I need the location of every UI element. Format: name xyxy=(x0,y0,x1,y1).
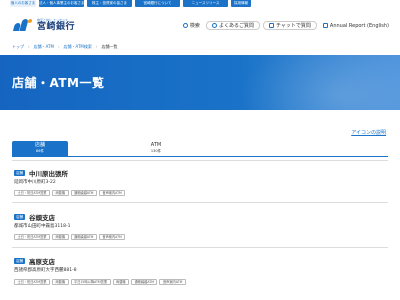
store-address: 都城市山田町中霧島3118-1 xyxy=(14,224,71,229)
service-chip: 土日・祝日ATM営業 xyxy=(14,279,50,285)
store-address: 延岡市中川原町3-22 xyxy=(14,180,56,185)
list-tabs: 店舗 86件 ATM 130件 xyxy=(12,141,388,157)
store-badge: 店舗 xyxy=(14,170,25,176)
tab-atm-label: ATM xyxy=(150,142,162,148)
breadcrumb-home[interactable]: トップ xyxy=(12,44,24,50)
header-links: 検索 よくあるご質問 チャットで質問 Annual Report (Englis… xyxy=(180,21,392,30)
page-title: 店舗・ATM一覧 xyxy=(12,76,105,90)
list-item: 店舗 中川原出張所 延岡市中川原町3-22 土日・祝日ATM営業 両替機 通帳繰… xyxy=(12,160,388,202)
tab-stores-count: 86件 xyxy=(36,149,44,153)
service-chip: 通帳繰越ATM xyxy=(131,279,158,285)
tab-atm-count: 130件 xyxy=(150,149,162,153)
service-chips: 土日・祝日ATM営業 両替機 通帳繰越ATM 音声案内ATM xyxy=(14,234,126,240)
faq-link[interactable]: よくあるご質問 xyxy=(205,21,260,30)
store-name-link[interactable]: 谷頭支店 xyxy=(29,212,55,222)
logo-name: 宮崎銀行 xyxy=(37,22,76,32)
breadcrumb-separator: › xyxy=(28,44,30,49)
site-header: 地元と共に エッセンス 宮崎銀行 検索 よくあるご質問 チャットで質問 Annu… xyxy=(0,14,400,36)
tab-atm[interactable]: ATM 130件 xyxy=(128,141,184,156)
service-chip: 音声案内ATM xyxy=(98,190,126,196)
annual-report-link[interactable]: Annual Report (English) xyxy=(320,21,392,30)
page-hero: 店舗・ATM一覧 xyxy=(0,55,400,110)
nav-tab-corporate[interactable]: 法人・個人事業主のお客さま xyxy=(39,0,84,7)
store-name-link[interactable]: 中川原出張所 xyxy=(29,168,68,178)
icon-explanation-link[interactable]: アイコンの説明 xyxy=(351,129,386,136)
service-chip: 両替機 xyxy=(51,234,69,240)
store-badge: 店舗 xyxy=(14,258,25,264)
document-icon xyxy=(322,23,328,28)
store-address: 西諸県郡高原町大字西麓881-8 xyxy=(14,268,77,273)
service-chip: 音声案内ATM xyxy=(98,234,126,240)
top-navigation: 個人のお客さま 法人・個人事業主のお客さま 株主・投資家の皆さま 宮崎銀行につい… xyxy=(0,0,400,8)
breadcrumb-separator: › xyxy=(57,44,60,49)
logo-mark-icon xyxy=(12,18,34,32)
tab-stores-label: 店舗 xyxy=(34,142,45,148)
service-chip: 両替機 xyxy=(51,279,69,285)
service-chips: 土日・祝日ATM営業 両替機 平日15時以降ATM営業 両替機 通帳繰越ATM … xyxy=(14,279,186,285)
store-name-link[interactable]: 高原支店 xyxy=(29,256,55,266)
service-chip: 両替機 xyxy=(112,279,130,285)
service-chip: 通帳繰越ATM xyxy=(70,190,97,196)
service-chip: 両替機 xyxy=(51,190,69,196)
breadcrumb-search[interactable]: 店舗・ATM検索 xyxy=(64,44,92,50)
breadcrumb-separator: › xyxy=(95,44,98,49)
service-chip: 土日・祝日ATM営業 xyxy=(14,234,50,240)
nav-tab-news[interactable]: ニュースリリース xyxy=(183,0,228,7)
nav-tab-recruit[interactable]: 採用情報 xyxy=(231,0,251,7)
service-chip: 土日・祝日ATM営業 xyxy=(14,190,50,196)
service-chip: 平日15時以降ATM営業 xyxy=(70,279,111,285)
question-icon xyxy=(211,23,217,28)
tab-stores[interactable]: 店舗 86件 xyxy=(12,141,68,156)
nav-tab-investors[interactable]: 株主・投資家の皆さま xyxy=(87,0,132,7)
service-chips: 土日・祝日ATM営業 両替機 通帳繰越ATM 音声案内ATM xyxy=(14,190,126,196)
breadcrumb-current: 店舗一覧 xyxy=(101,44,118,49)
chat-link[interactable]: チャットで質問 xyxy=(262,21,317,30)
bank-logo[interactable]: 地元と共に エッセンス 宮崎銀行 xyxy=(12,18,75,32)
breadcrumb-stores-atm[interactable]: 店舗・ATM xyxy=(34,44,54,50)
service-chip: 音声案内ATM xyxy=(159,279,186,285)
store-badge: 店舗 xyxy=(14,214,25,220)
breadcrumb: トップ › 店舗・ATM › 店舗・ATM検索 › 店舗一覧 xyxy=(12,44,117,50)
chat-icon xyxy=(268,23,274,28)
list-item: 店舗 谷頭支店 都城市山田町中霧島3118-1 土日・祝日ATM営業 両替機 通… xyxy=(12,202,388,247)
service-chip: 通帳繰越ATM xyxy=(70,234,97,240)
nav-tab-about[interactable]: 宮崎銀行について xyxy=(135,0,180,7)
search-icon xyxy=(182,23,188,28)
list-item: 店舗 高原支店 西諸県郡高原町大字西麓881-8 土日・祝日ATM営業 両替機 … xyxy=(12,247,388,300)
search-link[interactable]: 検索 xyxy=(180,21,203,30)
nav-tab-personal[interactable]: 個人のお客さま xyxy=(10,0,36,7)
